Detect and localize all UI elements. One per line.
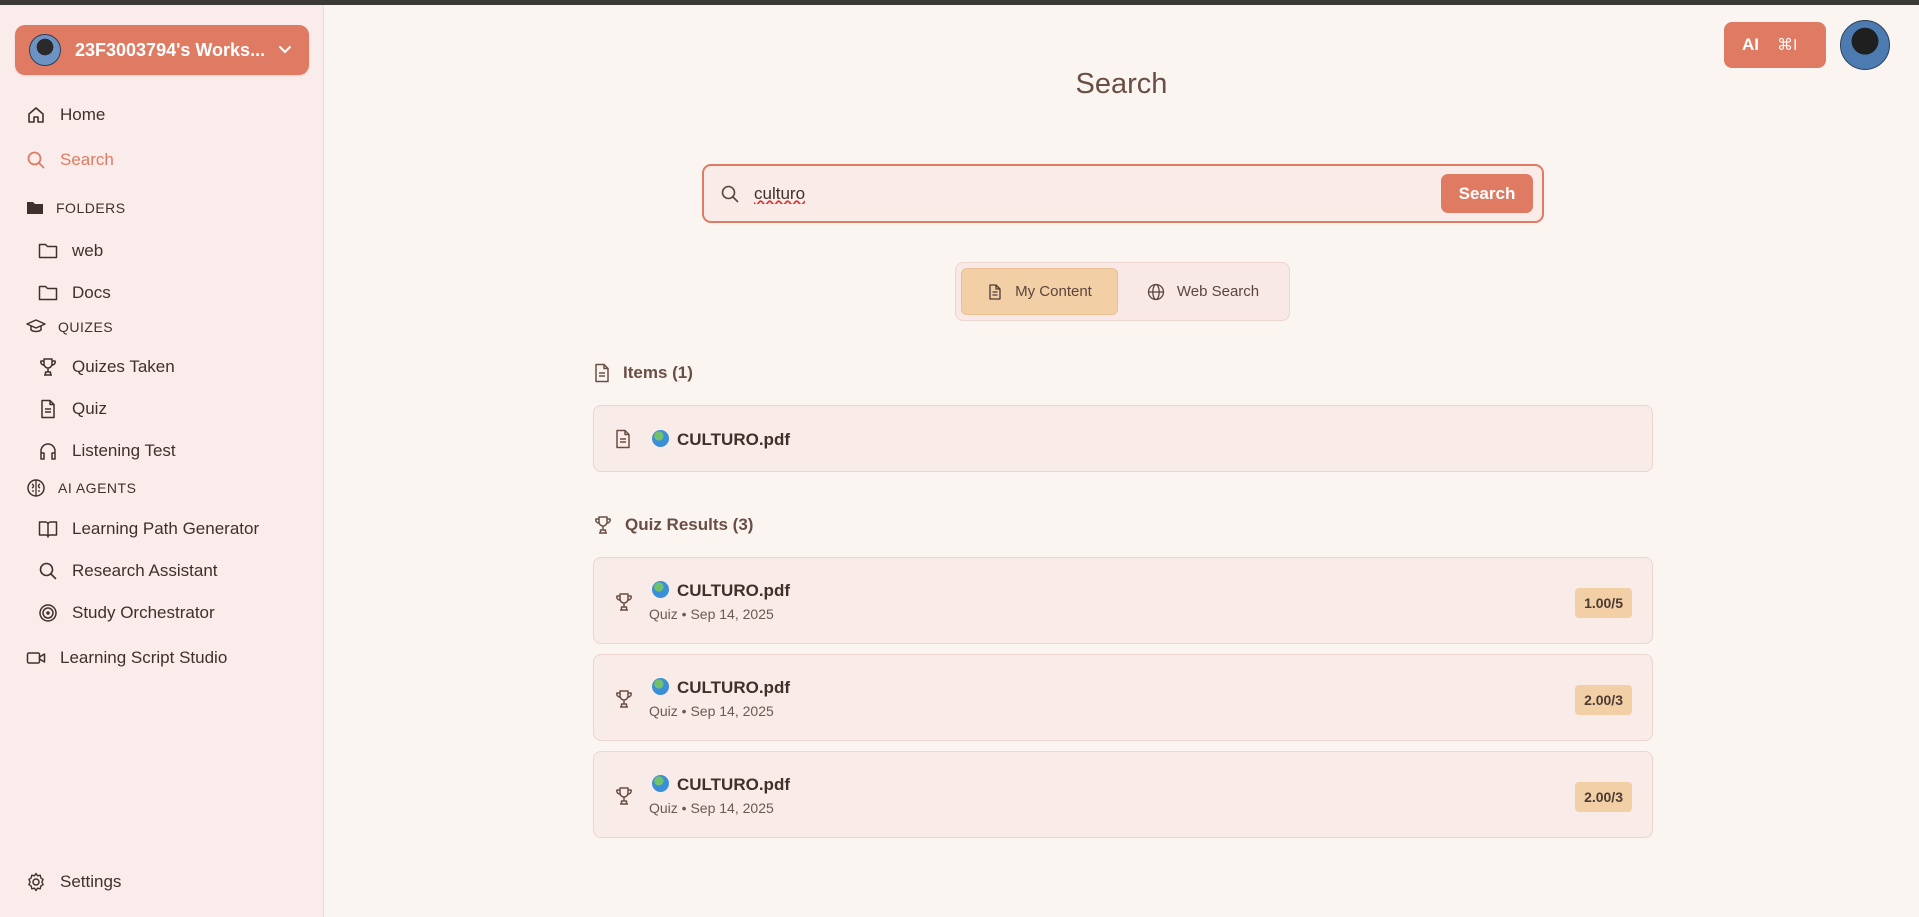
sidebar-item-label: Listening Test [72,441,176,460]
sidebar: 23F3003794's Works... Home Search FOLDER… [0,5,324,917]
sidebar-item-label: Quizes Taken [72,357,175,376]
tab-web-search[interactable]: Web Search [1128,268,1278,315]
page-title-wrap: Search [0,68,1919,101]
score-badge: 1.00/5 [1575,588,1632,618]
trophy-icon [595,516,611,534]
sidebar-item-research-assistant[interactable]: Research Assistant [38,561,218,581]
trophy-icon [616,787,632,805]
document-icon [616,429,630,449]
sidebar-item-label: Quiz [72,399,107,418]
sidebar-item-folder-web[interactable]: web [38,241,103,261]
sidebar-item-listening-test[interactable]: Listening Test [38,441,176,461]
ai-label: AI [1742,35,1759,54]
quiz-results-section-header: Quiz Results (3) [593,515,753,535]
section-label: AI AGENTS [58,480,137,496]
tab-label: Web Search [1176,283,1260,300]
globe-emoji-icon [652,678,669,695]
ai-agents-section-header: AI AGENTS [26,478,136,498]
workspace-avatar [29,34,61,66]
sidebar-item-search[interactable]: Search [26,150,114,170]
sidebar-item-label: Study Orchestrator [72,603,215,622]
user-avatar[interactable] [1840,20,1890,70]
video-icon [26,652,46,664]
trophy-icon [616,690,632,708]
quiz-result-row[interactable]: CULTURO.pdf Quiz • Sep 14, 2025 1.00/5 [593,557,1653,644]
sidebar-item-label: Learning Path Generator [72,519,260,538]
section-label: Quiz Results (3) [625,515,754,534]
home-icon [28,107,44,123]
folder-filled-icon [27,202,43,214]
sidebar-item-quiz[interactable]: Quiz [38,399,107,419]
search-input[interactable] [754,180,1354,208]
sidebar-item-home[interactable]: Home [26,105,105,125]
tab-label: My Content [1015,283,1092,300]
section-label: QUIZES [58,319,114,335]
quiz-title-wrap: CULTURO.pdf [652,678,790,698]
sidebar-item-study-orchestrator[interactable]: Study Orchestrator [38,603,215,623]
tab-my-content[interactable]: My Content [961,268,1118,315]
sidebar-item-label: Settings [60,872,122,891]
section-label: Items (1) [623,363,693,382]
quiz-meta: Quiz • Sep 14, 2025 [649,703,774,719]
quiz-title: CULTURO.pdf [677,775,790,794]
search-bar: Search [702,164,1544,223]
search-button[interactable]: Search [1441,174,1533,213]
document-icon [989,283,1001,300]
quiz-title-wrap: CULTURO.pdf [652,581,790,601]
headphones-icon [40,443,56,460]
folders-section-header: FOLDERS [26,200,126,216]
sidebar-item-label: Home [60,105,106,124]
search-icon [27,151,45,169]
sidebar-item-label: Learning Script Studio [60,648,228,667]
folder-icon [38,243,58,259]
quizes-section-header: QUIZES [26,319,113,335]
document-icon [41,399,55,419]
item-title-wrap: CULTURO.pdf [652,430,790,450]
chevron-down-icon [279,46,291,54]
trophy-icon [616,593,632,611]
globe-icon [1147,283,1165,300]
items-section-header: Items (1) [593,363,693,383]
score-badge: 2.00/3 [1575,782,1632,812]
quiz-meta: Quiz • Sep 14, 2025 [649,800,774,816]
page-title: Search [1075,68,1168,100]
globe-emoji-icon [652,581,669,598]
sidebar-item-learning-script-studio[interactable]: Learning Script Studio [26,648,227,668]
globe-emoji-icon [652,430,669,447]
globe-emoji-icon [652,775,669,792]
trophy-icon [40,358,56,376]
sidebar-item-label: Search [60,150,114,169]
sidebar-item-folder-docs[interactable]: Docs [38,283,111,303]
quiz-result-row[interactable]: CULTURO.pdf Quiz • Sep 14, 2025 2.00/3 [593,751,1653,838]
graduation-cap-icon [26,319,46,333]
quiz-result-row[interactable]: CULTURO.pdf Quiz • Sep 14, 2025 2.00/3 [593,654,1653,741]
sidebar-item-label: Docs [72,283,111,302]
search-icon [39,562,57,580]
ai-assistant-button[interactable]: AI ⌘I [1724,22,1826,68]
book-icon [38,521,58,538]
sidebar-item-learning-path-generator[interactable]: Learning Path Generator [38,519,259,539]
brain-icon [27,479,45,497]
ai-shortcut: ⌘I [1777,37,1798,54]
quiz-title: CULTURO.pdf [677,581,790,600]
target-icon [39,604,57,622]
score-badge: 2.00/3 [1575,685,1632,715]
sidebar-item-quizes-taken[interactable]: Quizes Taken [38,357,175,377]
item-title: CULTURO.pdf [677,430,790,449]
quiz-title: CULTURO.pdf [677,678,790,697]
search-scope-toggle: My Content Web Search [955,262,1290,321]
list-item[interactable]: CULTURO.pdf [593,405,1653,472]
sidebar-item-label: Research Assistant [72,561,218,580]
workspace-name: 23F3003794's Works... [75,39,266,60]
search-icon [721,185,739,203]
quiz-meta: Quiz • Sep 14, 2025 [649,606,774,622]
sidebar-item-label: web [72,241,104,260]
document-icon [595,363,609,383]
gear-icon [28,872,44,892]
section-label: FOLDERS [56,200,126,216]
sidebar-item-settings[interactable]: Settings [26,872,121,892]
folder-icon [38,285,58,301]
quiz-title-wrap: CULTURO.pdf [652,775,790,795]
